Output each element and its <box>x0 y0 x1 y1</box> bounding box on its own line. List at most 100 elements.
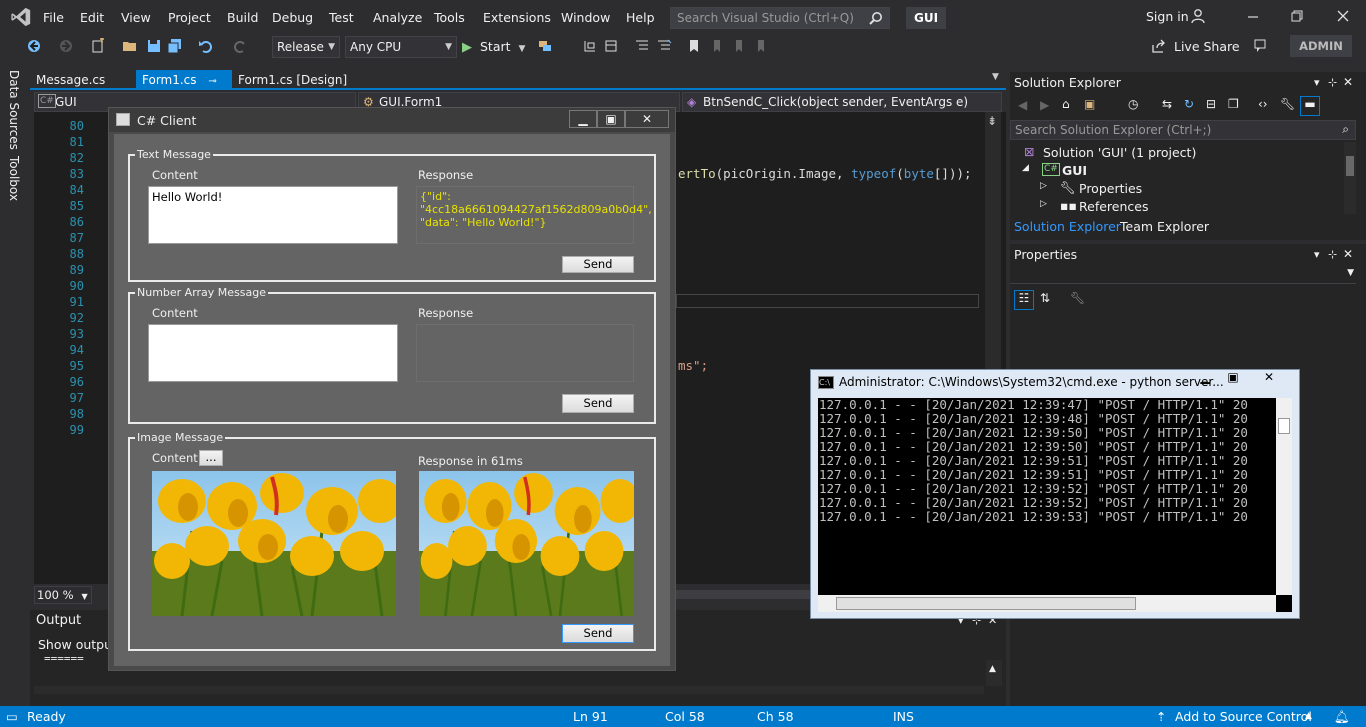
sign-in-link[interactable]: Sign in <box>1146 9 1189 24</box>
start-button[interactable]: ▶ Start ▼ <box>462 37 525 57</box>
tab-solution-explorer[interactable]: Solution Explorer <box>1014 219 1121 234</box>
menu-help[interactable]: Help <box>626 10 655 25</box>
solution-search-input[interactable]: Search Solution Explorer (Ctrl+;) ⌕ <box>1010 120 1356 140</box>
collapsed-arrow-icon[interactable]: ▷ <box>1040 199 1047 209</box>
undo-icon[interactable] <box>198 38 214 54</box>
clear-bookmarks-icon[interactable] <box>752 38 768 54</box>
feedback-icon[interactable] <box>1252 38 1268 54</box>
collapsed-arrow-icon[interactable]: ▷ <box>1040 181 1047 191</box>
menu-debug[interactable]: Debug <box>272 10 313 25</box>
previous-bookmark-icon[interactable] <box>708 38 724 54</box>
code-line-83[interactable]: ertTo(picOrigin.Image, typeof(byte[])); <box>678 166 972 181</box>
tree-item-references[interactable]: References <box>1079 199 1148 214</box>
notification-bell-icon[interactable]: 🔔︎ <box>1334 709 1350 725</box>
pin-icon[interactable]: ⊹ <box>1328 248 1337 261</box>
split-icon[interactable]: ⇟ <box>987 114 997 128</box>
tab-message-cs[interactable]: Message.cs <box>30 70 111 90</box>
tree-item-solution[interactable]: Solution 'GUI' (1 project) <box>1043 145 1196 160</box>
dropdown-icon[interactable]: ▾ <box>1314 76 1320 89</box>
output-horizontal-scrollbar[interactable] <box>34 686 984 694</box>
redo-icon[interactable] <box>232 38 248 54</box>
chevron-down-icon[interactable]: ▼ <box>992 72 999 82</box>
member-dropdown[interactable]: ◈ BtnSendC_Click(object sender, EventArg… <box>682 92 1002 112</box>
wrench-icon[interactable]: 🔧︎ <box>1280 97 1295 111</box>
configuration-dropdown[interactable]: Release ▼ <box>272 36 340 58</box>
step-into-icon[interactable] <box>582 38 598 54</box>
editor-horizontal-scrollbar[interactable] <box>674 590 814 599</box>
history-icon[interactable]: ◷ <box>1128 97 1138 111</box>
preview-selected-icon[interactable]: ▬ <box>1300 96 1320 116</box>
browser-link-icon[interactable] <box>537 38 553 54</box>
close-icon[interactable]: ✕ <box>625 110 669 128</box>
minimize-icon[interactable]: ▁ <box>569 110 597 128</box>
show-all-files-icon[interactable]: ❐ <box>1228 97 1239 111</box>
uncomment-icon[interactable] <box>656 38 672 54</box>
switch-views-icon[interactable]: ▣ <box>1084 97 1095 111</box>
browse-image-button[interactable]: ... <box>199 450 223 466</box>
open-folder-icon[interactable] <box>122 38 138 54</box>
new-project-icon[interactable] <box>90 38 106 54</box>
restore-icon[interactable] <box>1288 8 1306 24</box>
menu-file[interactable]: File <box>43 10 64 25</box>
minimize-icon[interactable] <box>1244 8 1262 24</box>
pin-icon[interactable]: ⊸ <box>208 76 216 87</box>
dropdown-icon[interactable]: ▾ <box>1314 248 1320 261</box>
console-horizontal-scrollbar[interactable] <box>818 595 1276 612</box>
add-to-source-control[interactable]: Add to Source Control <box>1175 709 1312 724</box>
search-input[interactable]: Search Visual Studio (Ctrl+Q) <box>670 7 890 29</box>
tab-toolbox[interactable]: Toolbox <box>7 156 21 201</box>
sync-icon[interactable]: ⇆ <box>1162 97 1172 111</box>
menu-view[interactable]: View <box>121 10 151 25</box>
back-icon[interactable] <box>26 38 42 54</box>
menu-window[interactable]: Window <box>561 10 610 25</box>
tree-item-properties[interactable]: Properties <box>1079 181 1142 196</box>
close-icon[interactable]: ✕ <box>1247 370 1291 388</box>
expanded-arrow-icon[interactable]: ◢ <box>1022 163 1029 173</box>
forward-icon[interactable] <box>58 38 74 54</box>
text-content-input[interactable]: Hello World! <box>148 186 398 244</box>
console-output[interactable]: 127.0.0.1 - - [20/Jan/2021 12:39:47] "PO… <box>818 398 1292 612</box>
bookmark-icon[interactable] <box>686 38 702 54</box>
tab-form1-cs[interactable]: Form1.cs ⊸ ✕ <box>136 70 232 109</box>
close-icon[interactable]: ✕ <box>1343 247 1353 261</box>
zoom-dropdown[interactable]: 100 % ▼ <box>34 586 92 604</box>
tab-team-explorer[interactable]: Team Explorer <box>1120 219 1209 234</box>
menu-build[interactable]: Build <box>227 10 258 25</box>
menu-test[interactable]: Test <box>329 10 354 25</box>
menu-project[interactable]: Project <box>168 10 211 25</box>
send-image-button[interactable]: Send <box>562 624 634 643</box>
tree-item-gui-project[interactable]: GUI <box>1062 163 1087 178</box>
send-number-button[interactable]: Send <box>562 394 634 413</box>
code-line-95[interactable]: ms"; <box>678 358 708 373</box>
categorized-icon[interactable]: ☷ <box>1014 290 1034 310</box>
forward-icon[interactable]: ▶ <box>1040 98 1049 112</box>
view-code-icon[interactable]: ‹› <box>1258 97 1268 111</box>
close-icon[interactable] <box>1334 8 1352 24</box>
collapse-all-icon[interactable]: ⊟ <box>1206 97 1216 111</box>
step-over-icon[interactable] <box>603 38 619 54</box>
live-share-button[interactable]: Live Share <box>1152 37 1240 57</box>
back-icon[interactable]: ◀ <box>1018 98 1027 112</box>
comment-icon[interactable] <box>634 38 650 54</box>
menu-edit[interactable]: Edit <box>80 10 104 25</box>
pin-icon[interactable]: ⊹ <box>1328 76 1337 89</box>
platform-dropdown[interactable]: Any CPU ▼ <box>345 36 457 58</box>
refresh-icon[interactable]: ↻ <box>1184 97 1194 111</box>
output-scrollbar[interactable]: ▲ <box>986 660 1002 686</box>
close-icon[interactable]: ✕ <box>1343 75 1353 89</box>
maximize-icon[interactable]: ▣ <box>1219 370 1247 388</box>
number-content-input[interactable] <box>148 324 398 382</box>
minimize-icon[interactable]: ▁ <box>1191 370 1219 388</box>
next-bookmark-icon[interactable] <box>730 38 746 54</box>
menu-tools[interactable]: Tools <box>434 10 465 25</box>
property-pages-icon[interactable]: 🔧︎ <box>1070 291 1085 305</box>
solution-tree-scrollbar[interactable] <box>1344 142 1356 214</box>
save-all-icon[interactable] <box>167 38 183 54</box>
menu-analyze[interactable]: Analyze <box>373 10 422 25</box>
save-icon[interactable] <box>146 38 162 54</box>
tab-data-sources[interactable]: Data Sources <box>7 70 21 150</box>
send-text-button[interactable]: Send <box>562 256 634 273</box>
alphabetical-icon[interactable]: ⇅ <box>1040 291 1050 305</box>
console-vertical-scrollbar[interactable] <box>1276 398 1292 595</box>
home-icon[interactable]: ⌂ <box>1062 97 1070 111</box>
